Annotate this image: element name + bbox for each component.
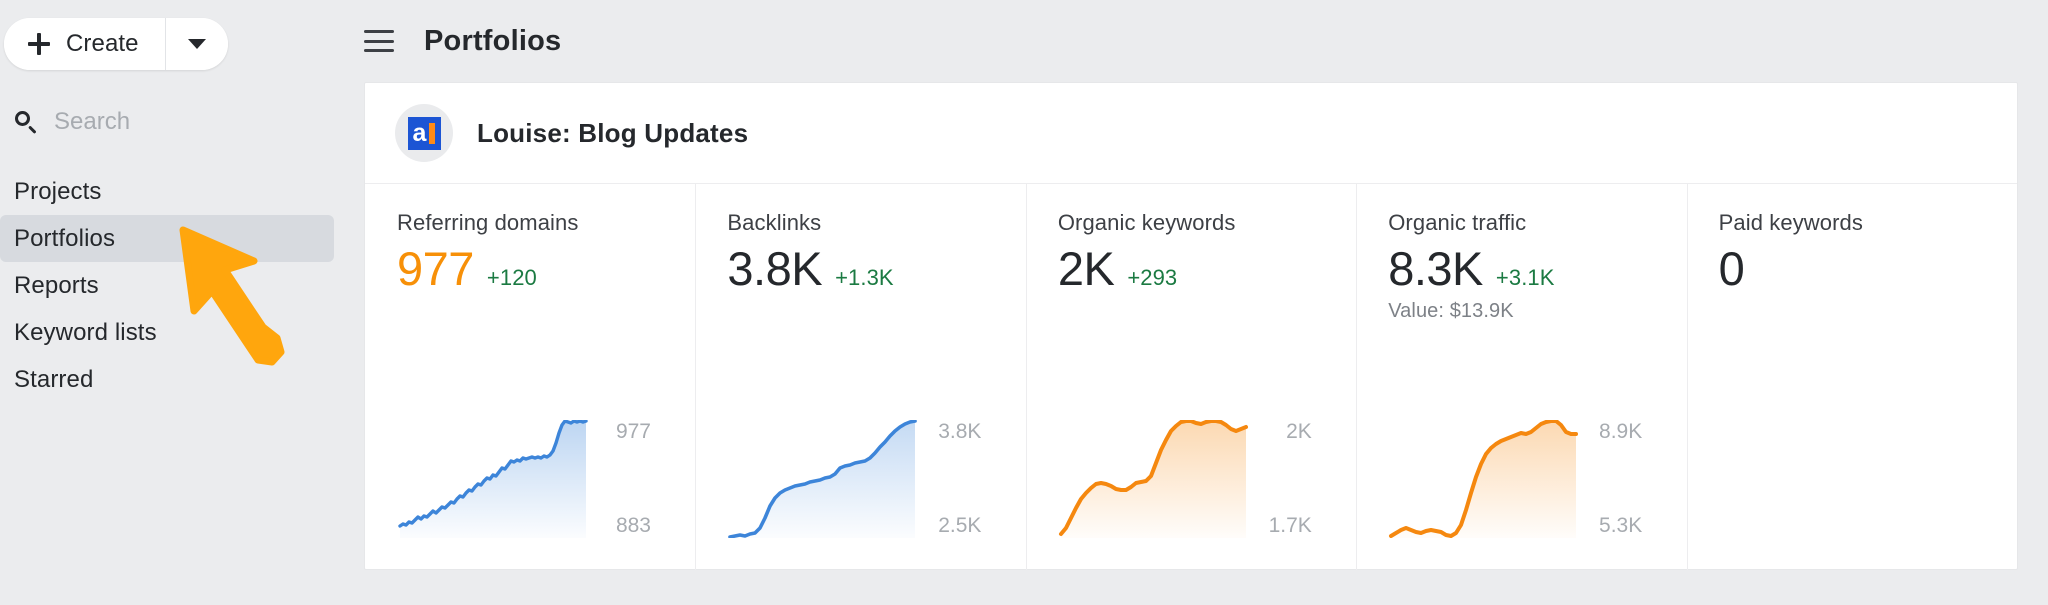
sparkline-svg — [727, 420, 919, 538]
ahrefs-logo-bar — [429, 123, 435, 144]
metric-value: 8.3K — [1388, 240, 1483, 298]
metric-value: 2K — [1058, 240, 1115, 298]
metric-delta: +3.1K — [1496, 265, 1555, 291]
metric-delta: +1.3K — [835, 265, 894, 291]
sidebar-item-label: Reports — [14, 272, 99, 300]
axis-label-top: 2K — [1286, 420, 1312, 444]
create-button[interactable]: Create — [4, 18, 165, 70]
sidebar-item-label: Starred — [14, 366, 93, 394]
metrics-row: Referring domains 977 +120 — [365, 184, 2017, 570]
page-title: Portfolios — [424, 25, 561, 58]
sidebar-item-projects[interactable]: Projects — [0, 168, 334, 215]
create-dropdown-button[interactable] — [166, 18, 228, 70]
metric-card-organic-traffic[interactable]: Organic traffic 8.3K +3.1K Value: $13.9K — [1356, 184, 1686, 570]
sidebar-item-keyword-lists[interactable]: Keyword lists — [0, 309, 334, 356]
sidebar-item-label: Portfolios — [14, 225, 115, 253]
sparkline-axis: 977 883 — [589, 420, 665, 538]
metric-label: Organic traffic — [1388, 210, 1686, 236]
metric-subvalue: Value: $13.9K — [1388, 300, 1686, 323]
sidebar-item-reports[interactable]: Reports — [0, 262, 334, 309]
search-input[interactable]: Search — [0, 100, 340, 144]
metric-delta: +293 — [1127, 265, 1177, 291]
sparkline-organic-keywords: 2K 1.7K — [1058, 420, 1326, 538]
main-content: Portfolios a Louise: Blog Updates Referr… — [340, 0, 2048, 605]
sidebar-item-portfolios[interactable]: Portfolios — [0, 215, 334, 262]
search-icon — [14, 110, 38, 134]
axis-label-top: 977 — [616, 420, 651, 444]
sparkline-svg — [397, 420, 589, 538]
axis-label-bottom: 1.7K — [1269, 514, 1312, 538]
metric-value: 977 — [397, 240, 474, 298]
sparkline-axis: 8.9K 5.3K — [1580, 420, 1656, 538]
metric-value: 0 — [1719, 240, 1745, 298]
chevron-down-icon — [188, 39, 206, 49]
sidebar-item-starred[interactable]: Starred — [0, 356, 334, 403]
metric-value-row: 8.3K +3.1K — [1388, 240, 1686, 298]
ahrefs-logo-letter: a — [413, 119, 427, 148]
create-button-group: Create — [4, 18, 228, 70]
create-button-label: Create — [66, 30, 139, 58]
plus-icon — [28, 33, 50, 55]
portfolio-card: a Louise: Blog Updates Referring domains… — [364, 82, 2018, 570]
metric-value: 3.8K — [727, 240, 822, 298]
metric-label: Backlinks — [727, 210, 1025, 236]
portfolio-name: Louise: Blog Updates — [477, 118, 748, 149]
metric-label: Paid keywords — [1719, 210, 2017, 236]
app-root: Create Search Projects Portfolios Report… — [0, 0, 2048, 605]
metric-label: Referring domains — [397, 210, 695, 236]
axis-label-bottom: 2.5K — [938, 514, 981, 538]
ahrefs-logo-icon: a — [408, 117, 441, 150]
sparkline-svg — [1388, 420, 1580, 538]
avatar: a — [395, 104, 453, 162]
sparkline-axis: 3.8K 2.5K — [919, 420, 995, 538]
sidebar-nav: Projects Portfolios Reports Keyword list… — [0, 168, 340, 403]
metric-value-row: 977 +120 — [397, 240, 695, 298]
metric-card-organic-keywords[interactable]: Organic keywords 2K +293 — [1026, 184, 1356, 570]
hamburger-menu-icon[interactable] — [364, 29, 394, 53]
axis-label-bottom: 883 — [616, 514, 651, 538]
metric-card-referring-domains[interactable]: Referring domains 977 +120 — [365, 184, 695, 570]
sidebar-item-label: Keyword lists — [14, 319, 157, 347]
axis-label-top: 3.8K — [938, 420, 981, 444]
metric-label: Organic keywords — [1058, 210, 1356, 236]
sidebar-item-label: Projects — [14, 178, 102, 206]
sparkline-axis: 2K 1.7K — [1250, 420, 1326, 538]
sparkline-organic-traffic: 8.9K 5.3K — [1388, 420, 1656, 538]
sparkline-referring-domains: 977 883 — [397, 420, 665, 538]
sparkline-area — [1061, 421, 1246, 538]
metric-value-row: 2K +293 — [1058, 240, 1356, 298]
metric-card-backlinks[interactable]: Backlinks 3.8K +1.3K — [695, 184, 1025, 570]
axis-label-top: 8.9K — [1599, 420, 1642, 444]
metric-card-paid-keywords[interactable]: Paid keywords 0 — [1687, 184, 2017, 570]
sidebar: Create Search Projects Portfolios Report… — [0, 0, 340, 605]
metric-value-row: 3.8K +1.3K — [727, 240, 1025, 298]
sparkline-area — [1391, 421, 1576, 538]
axis-label-bottom: 5.3K — [1599, 514, 1642, 538]
search-placeholder: Search — [54, 108, 130, 136]
metric-delta: +120 — [487, 265, 537, 291]
top-bar: Portfolios — [340, 0, 2048, 82]
sparkline-backlinks: 3.8K 2.5K — [727, 420, 995, 538]
metric-value-row: 0 — [1719, 240, 2017, 298]
portfolio-card-header: a Louise: Blog Updates — [365, 83, 2017, 184]
sparkline-svg — [1058, 420, 1250, 538]
